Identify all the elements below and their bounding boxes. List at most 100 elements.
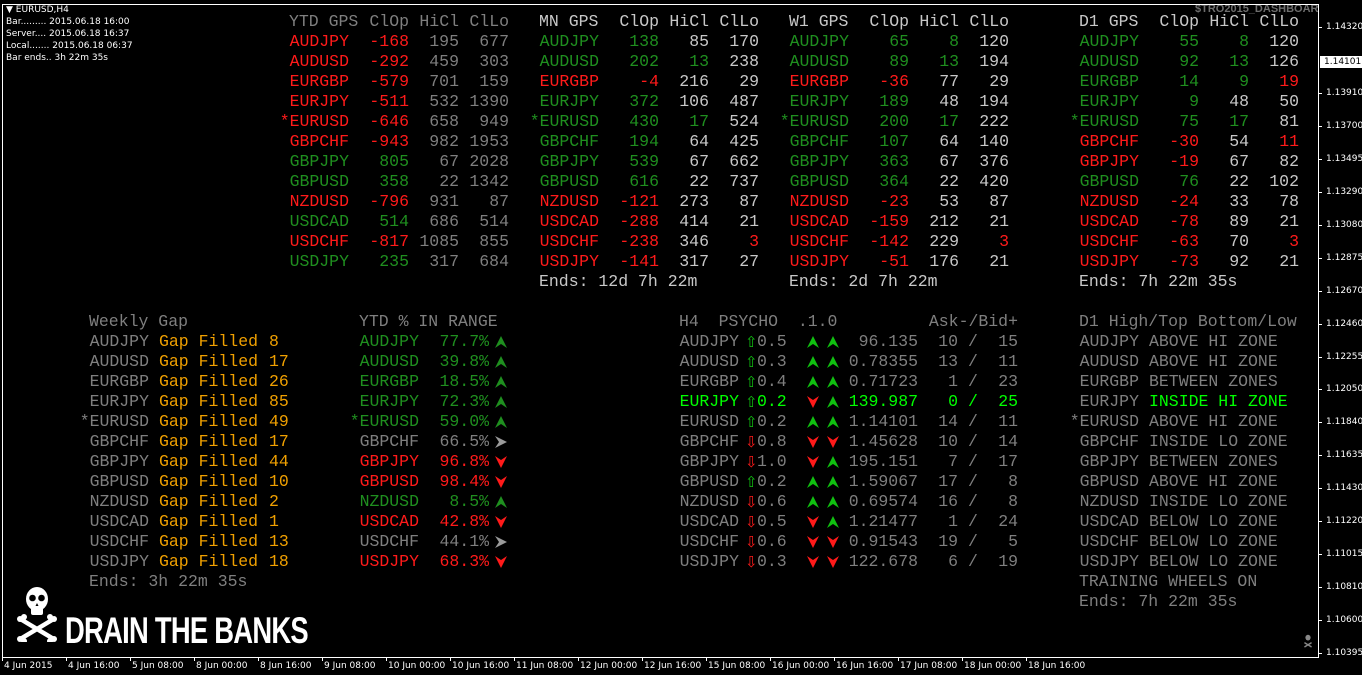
gps-hicl: 33 [1229,192,1249,211]
gps-clop: -238 [619,232,659,251]
psycho-bid: 24 [998,512,1018,531]
gps-column-header: HiCl [919,12,959,31]
time-label: 8 Jun 16:00 [260,661,312,671]
psycho-price: 0.69574 [848,492,918,511]
weekly-gap-pair: GBPJPY [89,452,149,471]
gps-clop: -51 [879,252,909,271]
weekly-gap-pair: NZDUSD [89,492,149,511]
info-local-time: Local....... 2015.06.18 06:37 [6,41,133,51]
gps-pair: AUDJPY [1079,32,1139,51]
gps-cllo: 159 [479,72,509,91]
gps-cllo: 11 [1279,132,1299,151]
time-label: 11 Jun 08:00 [516,661,574,671]
gps-pair: USDCHF [289,232,349,251]
ask-bid-header: Ask-/Bid+ [928,312,1018,331]
gps-hicl: 686 [429,212,459,231]
weekly-gap-label: Gap Filled [159,512,259,531]
ytd-range-pct: 39.8% [439,352,489,371]
gps-pair: AUDUSD [1079,52,1139,71]
trend-arrow-down-icon [495,476,507,488]
gps-cllo: 27 [739,252,759,271]
psycho-pair: USDJPY [679,552,739,571]
psycho-pair: AUDUSD [679,352,739,371]
time-tick [2,657,3,661]
time-tick [962,657,963,661]
trend-arrow-down-icon [495,556,507,568]
price-label: 1.12255 [1326,352,1362,362]
info-server-time: Server.... 2015.06.18 16:37 [6,29,130,39]
d1-zone-pair: NZDUSD [1079,492,1139,511]
weekly-gap-pair: EURJPY [89,392,149,411]
gps-hicl: 53 [939,192,959,211]
gps-column-header: ClOp [619,12,659,31]
psycho-value: 0.4 [757,372,787,391]
price-tick [1318,488,1322,489]
dropdown-triangle-icon[interactable]: ▼ [6,5,16,15]
gps-table-title: MN GPS [539,12,599,31]
price-label: 1.11430 [1326,483,1362,493]
gps-ends: Ends: 2d 7h 22m [789,272,938,291]
gps-pair: USDJPY [1079,252,1139,271]
gps-hicl: 64 [689,132,709,151]
psycho-arrow-up-icon [807,376,819,388]
price-label: 1.12050 [1326,384,1362,394]
psycho-pair: USDCHF [679,532,739,551]
price-label: 1.13700 [1326,121,1362,131]
ytd-range-pct: 66.5% [439,432,489,451]
time-tick [66,657,67,661]
gps-pair: USDCAD [289,212,349,231]
gps-clop: -141 [619,252,659,271]
symbol-title[interactable]: ▼ EURUSD,H4 [6,4,69,16]
gps-pair: USDCHF [539,232,599,251]
psycho-pair: USDCAD [679,512,739,531]
gps-hicl: 212 [929,212,959,231]
gps-hicl: 346 [679,232,709,251]
gps-pair: GBPJPY [789,152,849,171]
gps-column-header: ClOp [369,12,409,31]
gps-cllo: 487 [729,92,759,111]
gps-clop: 76 [1179,172,1199,191]
price-label: 1.13495 [1326,154,1362,164]
time-tick [642,657,643,661]
gps-hicl: 414 [679,212,709,231]
d1-zone-status: INSIDE LO ZONE [1149,432,1288,451]
gps-pair: *EURUSD [279,112,349,131]
psycho-separator: / [968,432,978,451]
ytd-range-pair: EURGBP [359,372,419,391]
psycho-title: H4 PSYCHO .1.0 [679,312,838,331]
price-tick [1318,587,1322,588]
gps-clop: -78 [1169,212,1199,231]
gps-hicl: 176 [929,252,959,271]
psycho-dir-down-icon: ⇩ [745,493,758,511]
weekly-gap-ends: Ends: 3h 22m 35s [89,572,248,591]
time-label: 15 Jun 08:00 [708,661,766,671]
gps-column-header: HiCl [669,12,709,31]
gps-pair: EURGBP [289,72,349,91]
price-tick [1318,93,1322,94]
gps-hicl: 658 [429,112,459,131]
gps-cllo: 82 [1279,152,1299,171]
gps-clop: 235 [379,252,409,271]
gps-clop: -4 [639,72,659,91]
gps-hicl: 22 [439,172,459,191]
time-label: 10 Jun 00:00 [388,661,446,671]
gps-clop: 539 [629,152,659,171]
price-tick [1318,620,1322,621]
time-label: 16 Jun 16:00 [836,661,894,671]
gps-pair: GBPCHF [539,132,599,151]
gps-cllo: 524 [729,112,759,131]
gps-clop: 194 [629,132,659,151]
ytd-range-pct: 77.7% [439,332,489,351]
d1-zones-title: D1 High/Top Bottom/Low [1079,312,1297,331]
gps-pair: GBPCHF [789,132,849,151]
skull-crossbones-icon [17,587,57,642]
weekly-gap-label: Gap Filled [159,432,259,451]
weekly-gap-count: 17 [269,352,289,371]
gps-cllo: 81 [1279,112,1299,131]
weekly-gap-count: 8 [269,332,279,351]
d1-zone-status: ABOVE HI ZONE [1149,412,1278,431]
gps-pair: GBPUSD [539,172,599,191]
gps-clop: -30 [1169,132,1199,151]
psycho-arrow-down-icon [807,436,819,448]
ytd-range-pct: 98.4% [439,472,489,491]
